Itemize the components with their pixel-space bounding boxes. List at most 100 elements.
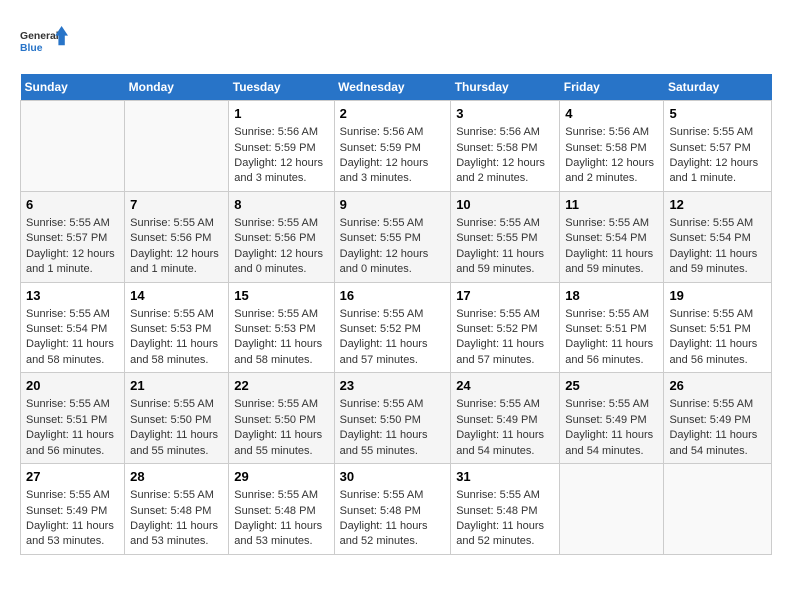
week-row-4: 20Sunrise: 5:55 AMSunset: 5:51 PMDayligh…: [21, 373, 772, 464]
cell-info: Daylight: 11 hours and 59 minutes.: [565, 247, 658, 278]
cell-info: Sunset: 5:48 PM: [234, 504, 328, 519]
calendar-cell: 14Sunrise: 5:55 AMSunset: 5:53 PMDayligh…: [125, 282, 229, 373]
calendar-cell: 20Sunrise: 5:55 AMSunset: 5:51 PMDayligh…: [21, 373, 125, 464]
logo: General Blue: [20, 20, 68, 64]
cell-info: Daylight: 11 hours and 54 minutes.: [456, 428, 554, 459]
cell-info: Daylight: 11 hours and 54 minutes.: [669, 428, 766, 459]
cell-info: Sunset: 5:57 PM: [26, 231, 119, 246]
cell-info: Sunrise: 5:56 AM: [340, 125, 446, 140]
day-number: 24: [456, 377, 554, 395]
cell-info: Daylight: 11 hours and 53 minutes.: [130, 519, 223, 550]
cell-info: Daylight: 11 hours and 57 minutes.: [456, 337, 554, 368]
cell-info: Sunrise: 5:55 AM: [456, 307, 554, 322]
calendar-cell: 22Sunrise: 5:55 AMSunset: 5:50 PMDayligh…: [229, 373, 334, 464]
week-row-3: 13Sunrise: 5:55 AMSunset: 5:54 PMDayligh…: [21, 282, 772, 373]
header-day-tuesday: Tuesday: [229, 74, 334, 101]
day-number: 9: [340, 196, 446, 214]
day-number: 21: [130, 377, 223, 395]
cell-info: Sunrise: 5:55 AM: [340, 216, 446, 231]
cell-info: Sunset: 5:50 PM: [130, 413, 223, 428]
calendar-cell: [560, 464, 664, 555]
cell-info: Sunset: 5:51 PM: [565, 322, 658, 337]
cell-info: Sunset: 5:49 PM: [26, 504, 119, 519]
day-number: 2: [340, 105, 446, 123]
calendar-cell: 13Sunrise: 5:55 AMSunset: 5:54 PMDayligh…: [21, 282, 125, 373]
cell-info: Sunrise: 5:55 AM: [26, 488, 119, 503]
cell-info: Sunrise: 5:55 AM: [26, 307, 119, 322]
header-day-saturday: Saturday: [664, 74, 772, 101]
header-day-wednesday: Wednesday: [334, 74, 451, 101]
cell-info: Daylight: 12 hours and 2 minutes.: [456, 156, 554, 187]
calendar-cell: 15Sunrise: 5:55 AMSunset: 5:53 PMDayligh…: [229, 282, 334, 373]
cell-info: Sunrise: 5:55 AM: [234, 397, 328, 412]
cell-info: Daylight: 11 hours and 56 minutes.: [669, 337, 766, 368]
cell-info: Sunset: 5:53 PM: [234, 322, 328, 337]
cell-info: Sunrise: 5:55 AM: [340, 307, 446, 322]
svg-text:Blue: Blue: [20, 43, 43, 54]
calendar-body: 1Sunrise: 5:56 AMSunset: 5:59 PMDaylight…: [21, 101, 772, 555]
cell-info: Sunset: 5:58 PM: [565, 141, 658, 156]
calendar-cell: 3Sunrise: 5:56 AMSunset: 5:58 PMDaylight…: [451, 101, 560, 192]
cell-info: Sunrise: 5:55 AM: [130, 397, 223, 412]
cell-info: Daylight: 11 hours and 58 minutes.: [234, 337, 328, 368]
cell-info: Sunset: 5:53 PM: [130, 322, 223, 337]
calendar-cell: 25Sunrise: 5:55 AMSunset: 5:49 PMDayligh…: [560, 373, 664, 464]
calendar-cell: 4Sunrise: 5:56 AMSunset: 5:58 PMDaylight…: [560, 101, 664, 192]
cell-info: Sunset: 5:54 PM: [26, 322, 119, 337]
cell-info: Sunset: 5:52 PM: [340, 322, 446, 337]
cell-info: Sunset: 5:57 PM: [669, 141, 766, 156]
day-number: 14: [130, 287, 223, 305]
cell-info: Daylight: 12 hours and 3 minutes.: [234, 156, 328, 187]
calendar-cell: 11Sunrise: 5:55 AMSunset: 5:54 PMDayligh…: [560, 191, 664, 282]
header-row: SundayMondayTuesdayWednesdayThursdayFrid…: [21, 74, 772, 101]
cell-info: Sunrise: 5:56 AM: [234, 125, 328, 140]
cell-info: Sunset: 5:58 PM: [456, 141, 554, 156]
cell-info: Sunrise: 5:55 AM: [234, 488, 328, 503]
cell-info: Daylight: 12 hours and 3 minutes.: [340, 156, 446, 187]
day-number: 18: [565, 287, 658, 305]
cell-info: Sunset: 5:56 PM: [234, 231, 328, 246]
calendar-cell: 10Sunrise: 5:55 AMSunset: 5:55 PMDayligh…: [451, 191, 560, 282]
calendar-cell: 12Sunrise: 5:55 AMSunset: 5:54 PMDayligh…: [664, 191, 772, 282]
day-number: 3: [456, 105, 554, 123]
cell-info: Daylight: 12 hours and 2 minutes.: [565, 156, 658, 187]
svg-text:General: General: [20, 31, 59, 42]
calendar-cell: 23Sunrise: 5:55 AMSunset: 5:50 PMDayligh…: [334, 373, 451, 464]
cell-info: Sunset: 5:49 PM: [565, 413, 658, 428]
week-row-1: 1Sunrise: 5:56 AMSunset: 5:59 PMDaylight…: [21, 101, 772, 192]
calendar-cell: 1Sunrise: 5:56 AMSunset: 5:59 PMDaylight…: [229, 101, 334, 192]
day-number: 7: [130, 196, 223, 214]
day-number: 26: [669, 377, 766, 395]
cell-info: Sunrise: 5:55 AM: [130, 216, 223, 231]
cell-info: Daylight: 11 hours and 58 minutes.: [26, 337, 119, 368]
header: General Blue: [20, 20, 772, 64]
calendar-cell: 2Sunrise: 5:56 AMSunset: 5:59 PMDaylight…: [334, 101, 451, 192]
calendar-cell: 7Sunrise: 5:55 AMSunset: 5:56 PMDaylight…: [125, 191, 229, 282]
cell-info: Daylight: 12 hours and 1 minute.: [669, 156, 766, 187]
cell-info: Sunset: 5:51 PM: [26, 413, 119, 428]
day-number: 4: [565, 105, 658, 123]
cell-info: Sunrise: 5:55 AM: [340, 488, 446, 503]
calendar-cell: 18Sunrise: 5:55 AMSunset: 5:51 PMDayligh…: [560, 282, 664, 373]
calendar-cell: 17Sunrise: 5:55 AMSunset: 5:52 PMDayligh…: [451, 282, 560, 373]
day-number: 15: [234, 287, 328, 305]
day-number: 27: [26, 468, 119, 486]
header-day-sunday: Sunday: [21, 74, 125, 101]
day-number: 31: [456, 468, 554, 486]
day-number: 10: [456, 196, 554, 214]
cell-info: Sunset: 5:54 PM: [565, 231, 658, 246]
cell-info: Sunrise: 5:55 AM: [669, 307, 766, 322]
header-day-friday: Friday: [560, 74, 664, 101]
day-number: 19: [669, 287, 766, 305]
cell-info: Daylight: 11 hours and 56 minutes.: [565, 337, 658, 368]
week-row-2: 6Sunrise: 5:55 AMSunset: 5:57 PMDaylight…: [21, 191, 772, 282]
cell-info: Daylight: 11 hours and 53 minutes.: [26, 519, 119, 550]
day-number: 12: [669, 196, 766, 214]
calendar-cell: 24Sunrise: 5:55 AMSunset: 5:49 PMDayligh…: [451, 373, 560, 464]
cell-info: Sunrise: 5:55 AM: [130, 488, 223, 503]
calendar-cell: 9Sunrise: 5:55 AMSunset: 5:55 PMDaylight…: [334, 191, 451, 282]
cell-info: Daylight: 11 hours and 58 minutes.: [130, 337, 223, 368]
cell-info: Sunrise: 5:55 AM: [565, 397, 658, 412]
cell-info: Sunset: 5:48 PM: [130, 504, 223, 519]
calendar-cell: 21Sunrise: 5:55 AMSunset: 5:50 PMDayligh…: [125, 373, 229, 464]
